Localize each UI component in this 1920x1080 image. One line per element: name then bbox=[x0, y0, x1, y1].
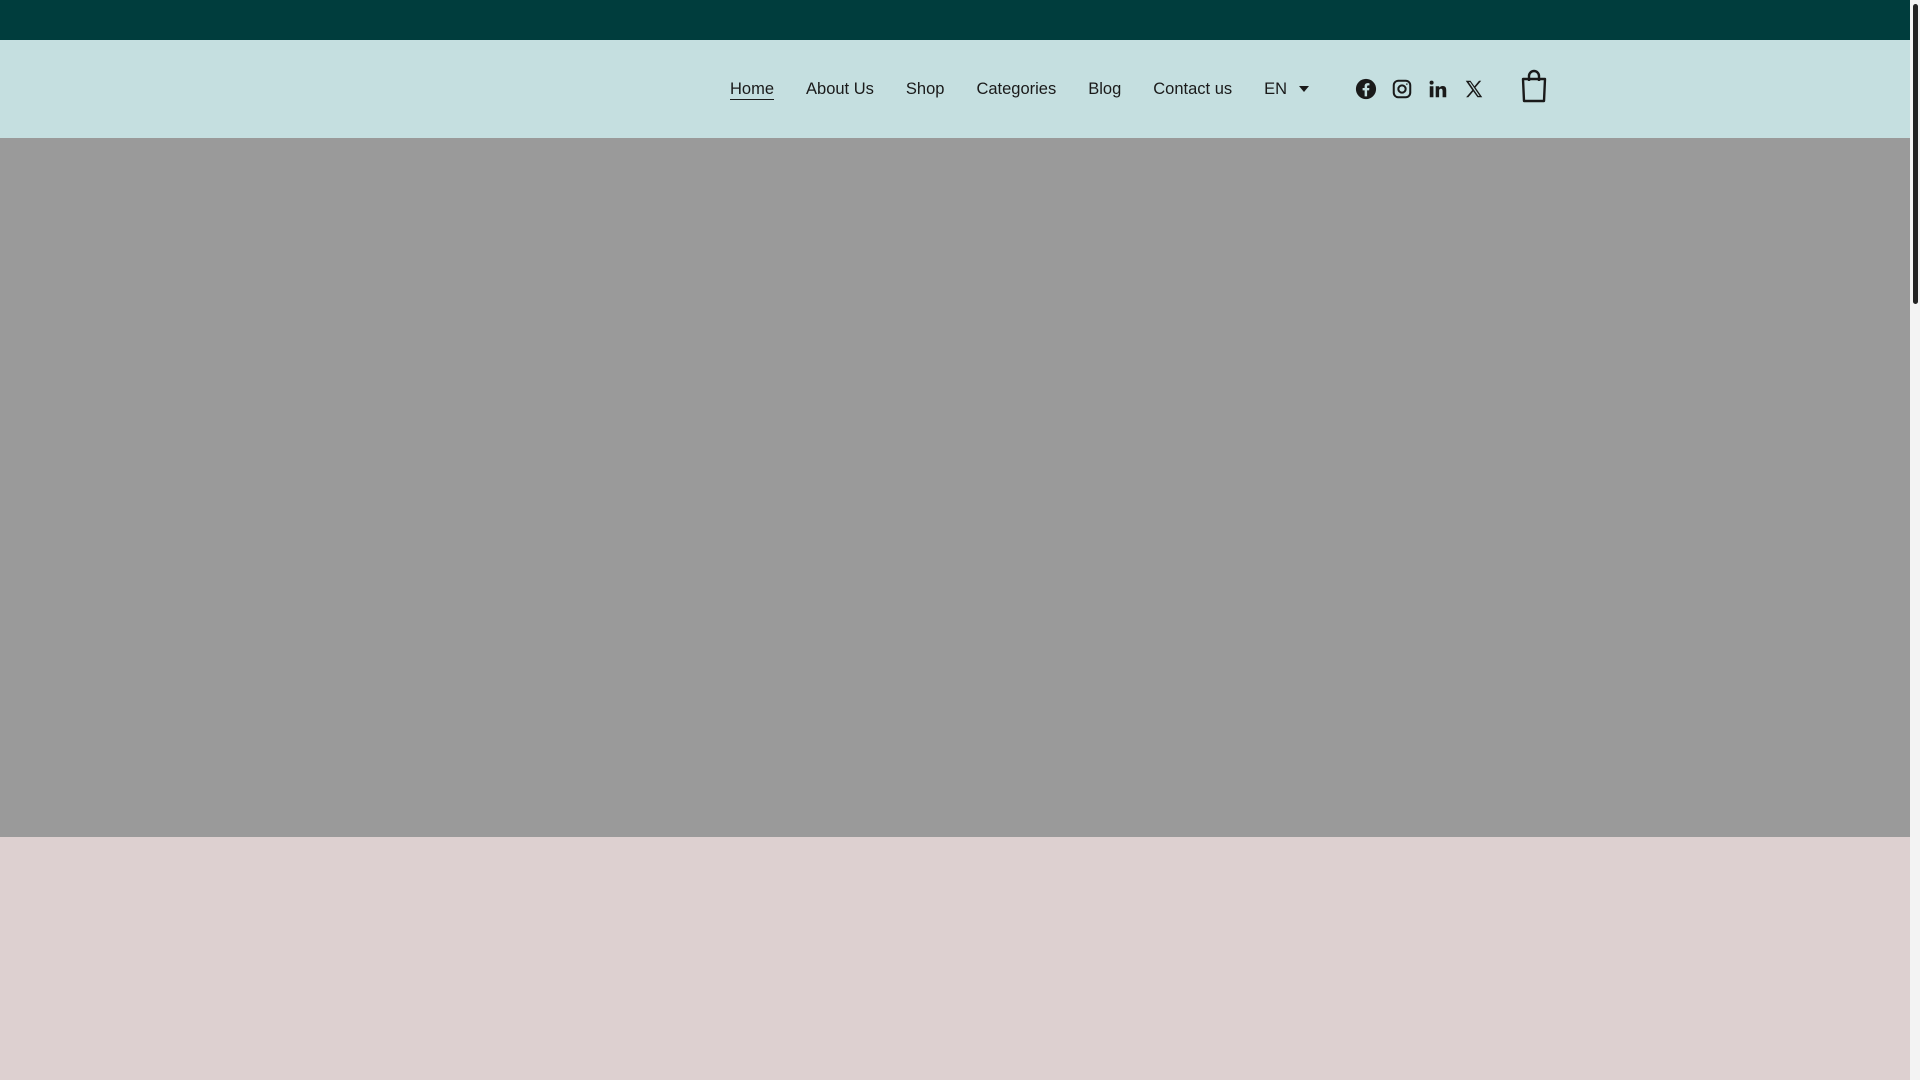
scrollbar[interactable] bbox=[1910, 0, 1920, 1080]
content-section bbox=[0, 837, 1910, 1080]
nav-about-us[interactable]: About Us bbox=[806, 80, 874, 99]
shopping-bag-icon[interactable] bbox=[1519, 68, 1549, 104]
language-selector[interactable]: EN bbox=[1264, 79, 1310, 99]
social-links bbox=[1355, 40, 1499, 138]
instagram-icon[interactable] bbox=[1391, 78, 1413, 100]
nav-shop[interactable]: Shop bbox=[906, 80, 945, 99]
linkedin-icon[interactable] bbox=[1427, 78, 1449, 100]
nav-categories[interactable]: Categories bbox=[976, 80, 1056, 99]
nav-home[interactable]: Home bbox=[730, 80, 774, 99]
x-icon[interactable] bbox=[1463, 78, 1485, 100]
nav-contact-us[interactable]: Contact us bbox=[1153, 80, 1232, 99]
chevron-down-icon bbox=[1299, 86, 1310, 92]
language-label: EN bbox=[1264, 79, 1288, 98]
main-nav: Home About Us Shop Categories Blog Conta… bbox=[730, 40, 1310, 138]
top-announcement-bar bbox=[0, 0, 1910, 40]
scrollbar-thumb[interactable] bbox=[1913, 4, 1918, 304]
facebook-icon[interactable] bbox=[1355, 78, 1377, 100]
site-header: Home About Us Shop Categories Blog Conta… bbox=[0, 40, 1910, 138]
hero-banner bbox=[0, 138, 1910, 837]
nav-blog[interactable]: Blog bbox=[1088, 80, 1121, 99]
